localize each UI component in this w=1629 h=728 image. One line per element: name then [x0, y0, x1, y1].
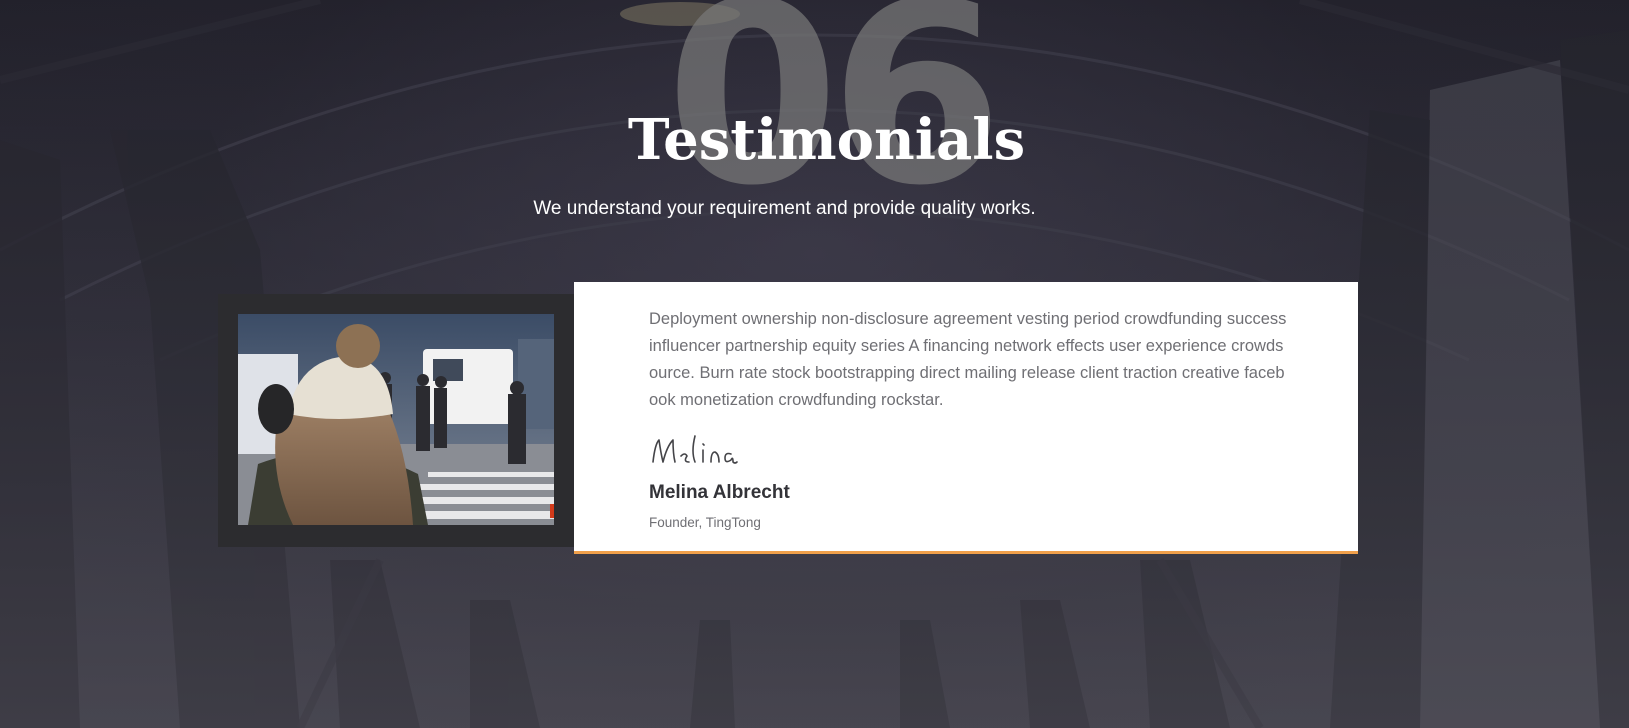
- section-title: Testimonials: [627, 107, 1026, 173]
- testimonial-author-name: Melina Albrecht: [649, 482, 790, 503]
- section-subtitle: We understand your requirement and provi…: [533, 198, 1036, 219]
- testimonial-quote: Deployment ownership non-disclosure agre…: [649, 310, 1287, 409]
- testimonial-photo-frame: [218, 294, 574, 547]
- person-beanie-street-photo-icon: [238, 314, 554, 525]
- testimonial-card: Deployment ownership non-disclosure agre…: [574, 282, 1358, 554]
- testimonials-section: 06 Testimonials We understand your requi…: [0, 0, 1629, 728]
- testimonial-author-role: Founder, TingTong: [649, 515, 761, 530]
- signature-image: [652, 435, 738, 464]
